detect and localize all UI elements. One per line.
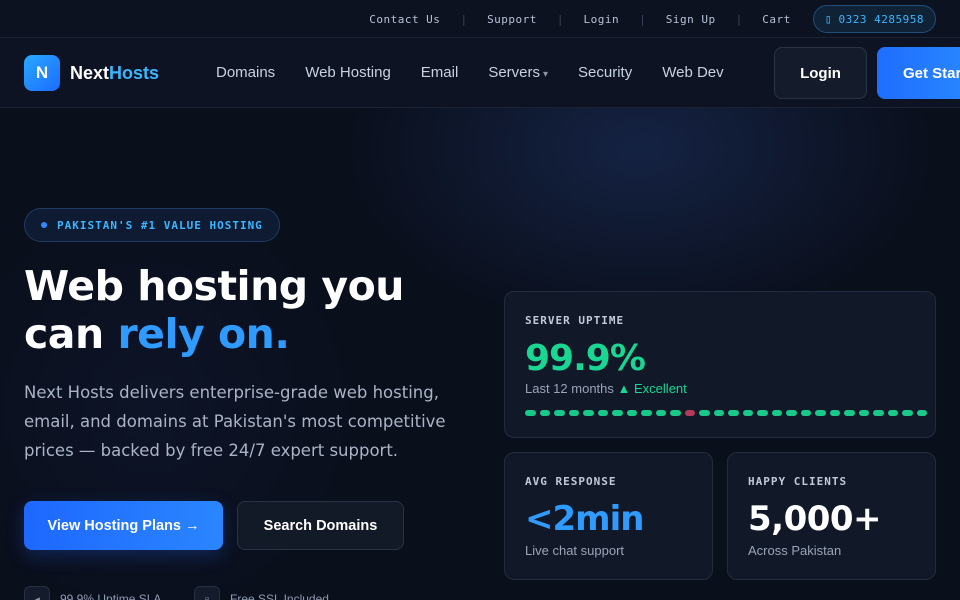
uptime-segment <box>539 410 550 416</box>
card-label: SERVER UPTIME <box>525 314 625 327</box>
nav-item-domains[interactable]: Domains <box>216 64 275 81</box>
uptime-segment <box>757 410 768 416</box>
brand-name: NextHosts <box>70 63 159 84</box>
uptime-status: Excellent <box>634 381 687 396</box>
headline-line-2-prefix: can <box>24 310 118 358</box>
uptime-segment <box>655 410 666 416</box>
uptime-segment <box>800 410 811 416</box>
headline-highlight: rely on. <box>117 310 290 358</box>
uptime-segment <box>887 410 898 416</box>
uptime-segment <box>858 410 869 416</box>
support-link[interactable]: Support <box>487 13 537 26</box>
uptime-segment <box>597 410 608 416</box>
sign-up-link[interactable]: Sign Up <box>666 13 716 26</box>
feature-free-ssl: ▫ Free SSL Included <box>194 586 329 600</box>
uptime-segment <box>626 410 637 416</box>
cart-link[interactable]: Cart <box>762 13 791 26</box>
view-hosting-plans-button[interactable]: View Hosting Plans → <box>24 501 223 550</box>
uptime-value: 99.9% <box>525 338 646 379</box>
hero-description: Next Hosts delivers enterprise-grade web… <box>24 383 446 460</box>
brand-accent: Hosts <box>109 62 160 83</box>
happy-clients-card: HAPPY CLIENTS 5,000+ Across Pakistan <box>727 452 936 580</box>
nav-item-web-dev[interactable]: Web Dev <box>662 64 723 81</box>
separator: | <box>639 12 646 26</box>
uptime-segment <box>786 410 797 416</box>
badge-dot-icon <box>41 222 47 228</box>
logo-mark: N <box>24 55 60 91</box>
hero-headline: Web hosting you can rely on. <box>24 262 484 358</box>
badge-text: PAKISTAN'S #1 VALUE HOSTING <box>57 218 263 232</box>
hero-badge: PAKISTAN'S #1 VALUE HOSTING <box>24 208 280 242</box>
avg-response-card: AVG RESPONSE <2min Live chat support <box>504 452 713 580</box>
clients-note: Across Pakistan <box>748 543 842 558</box>
uptime-segment <box>641 410 652 416</box>
feature-text: 99.9% Uptime SLA <box>60 592 162 600</box>
uptime-segment <box>742 410 753 416</box>
login-button[interactable]: Login <box>774 47 867 99</box>
uptime-segment <box>699 410 710 416</box>
uptime-segment <box>612 410 623 416</box>
shield-icon: ◂ <box>24 586 50 600</box>
nav-item-email[interactable]: Email <box>421 64 459 81</box>
get-started-button[interactable]: Get Started <box>877 47 960 99</box>
uptime-segment <box>670 410 681 416</box>
top-links: Contact Us | Support | Login | Sign Up |… <box>369 5 936 33</box>
login-link[interactable]: Login <box>584 13 620 26</box>
uptime-segment <box>873 410 884 416</box>
phone-number: 0323 4285958 <box>838 12 924 26</box>
uptime-note: Last 12 months ▲ Excellent <box>525 381 687 396</box>
logo[interactable]: N NextHosts <box>24 55 159 91</box>
headline-line-1: Web hosting you <box>24 262 405 310</box>
uptime-history-bar <box>525 410 927 416</box>
card-label: AVG RESPONSE <box>525 475 617 488</box>
uptime-segment <box>525 410 536 416</box>
separator: | <box>735 12 743 26</box>
response-note: Live chat support <box>525 543 625 558</box>
uptime-segment <box>713 410 724 416</box>
separator: | <box>556 12 564 26</box>
phone-icon: ▯ <box>824 12 833 26</box>
chevron-down-icon: ▾ <box>543 69 549 80</box>
uptime-segment <box>554 410 565 416</box>
contact-us-link[interactable]: Contact Us <box>369 13 440 26</box>
uptime-segment-down <box>684 410 695 416</box>
uptime-segment <box>771 410 782 416</box>
search-domains-button[interactable]: Search Domains <box>237 501 404 550</box>
uptime-segment <box>902 410 913 416</box>
top-utility-bar: Contact Us | Support | Login | Sign Up |… <box>0 0 960 38</box>
uptime-segment <box>568 410 579 416</box>
uptime-period: Last 12 months <box>525 381 614 396</box>
uptime-segment <box>829 410 840 416</box>
main-navbar: N NextHosts Domains Web Hosting Email Se… <box>0 38 960 108</box>
uptime-segment <box>844 410 855 416</box>
clients-value: 5,000+ <box>748 499 882 539</box>
nav-item-security[interactable]: Security <box>578 64 632 81</box>
nav-item-servers-label: Servers <box>488 64 540 81</box>
nav-item-servers[interactable]: Servers ▾ <box>488 64 548 81</box>
phone-button[interactable]: ▯ 0323 4285958 <box>812 5 936 33</box>
brand-primary: Next <box>70 62 110 83</box>
server-uptime-card: SERVER UPTIME 99.9% Last 12 months ▲ Exc… <box>504 291 936 438</box>
uptime-segment <box>916 410 927 416</box>
separator: | <box>460 12 468 26</box>
lock-icon: ▫ <box>194 586 220 600</box>
feature-text: Free SSL Included <box>230 592 329 600</box>
uptime-segment <box>815 410 826 416</box>
trend-up-icon: ▲ <box>617 381 631 396</box>
nav-links: Domains Web Hosting Email Servers ▾ Secur… <box>216 64 724 81</box>
uptime-segment <box>728 410 739 416</box>
card-label: HAPPY CLIENTS <box>748 475 848 488</box>
nav-item-web-hosting[interactable]: Web Hosting <box>305 64 391 81</box>
uptime-segment <box>583 410 594 416</box>
feature-uptime-sla: ◂ 99.9% Uptime SLA <box>24 586 161 600</box>
response-value: <2min <box>525 499 644 539</box>
